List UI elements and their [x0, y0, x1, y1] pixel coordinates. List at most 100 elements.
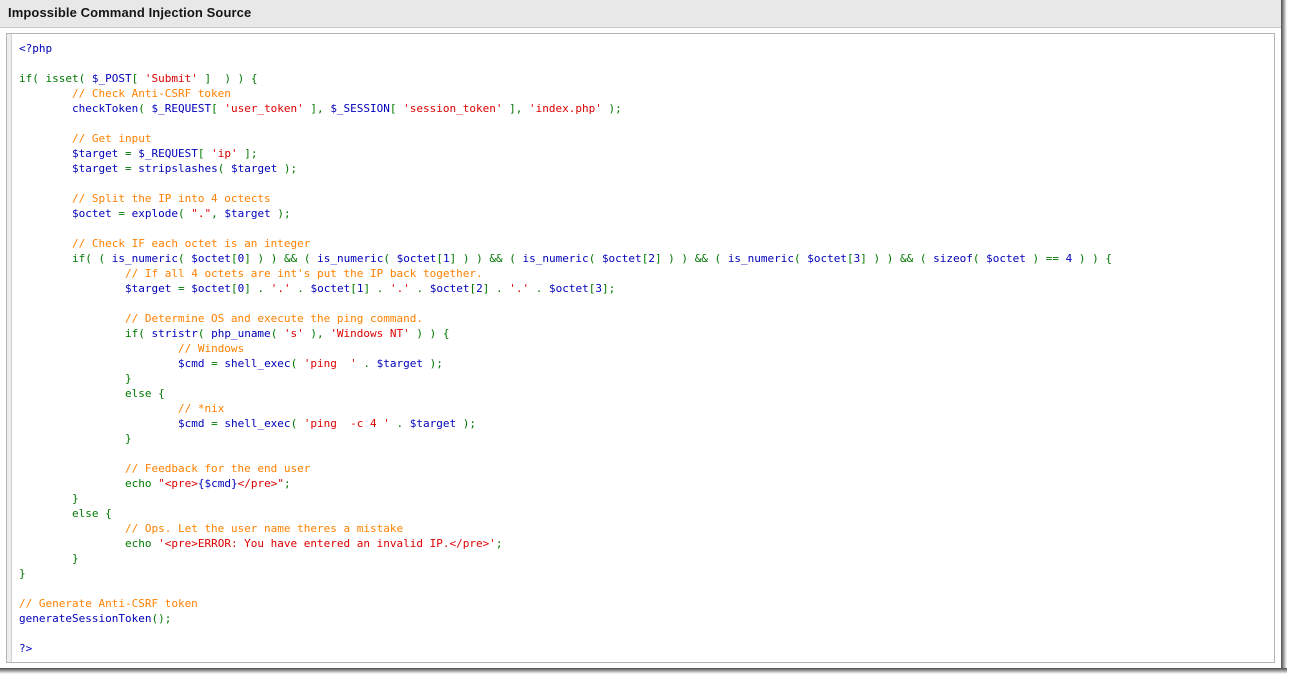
- code-token-kw: ();: [151, 612, 172, 625]
- code-token-kw: );: [601, 102, 622, 115]
- code-token-var: $octet: [191, 282, 231, 295]
- code-token-kw: =: [118, 147, 139, 160]
- code-token-var: $octet: [396, 252, 437, 265]
- code-token-kw: .: [409, 282, 430, 295]
- code-token-var: is_numeric: [317, 252, 384, 265]
- code-token-kw: else: [124, 387, 152, 400]
- php-source-code[interactable]: <?php if( isset( $_POST[ 'Submit' ] ) ) …: [13, 34, 1274, 656]
- code-token-kw: );: [456, 417, 477, 430]
- code-token-kw: (: [913, 252, 934, 265]
- code-token-var: $target: [71, 162, 119, 175]
- code-token-var: $octet: [548, 282, 589, 295]
- code-token-kw: echo: [124, 537, 152, 550]
- code-token-kw: }: [19, 567, 26, 580]
- code-token-kw: =: [204, 417, 225, 430]
- code-token-kw: if: [71, 252, 86, 265]
- code-token-kw: );: [270, 207, 291, 220]
- code-token-kw: ] ) ): [244, 252, 284, 265]
- code-token-num: 3: [595, 282, 602, 295]
- code-token-com: // If all 4 octets are int's put the IP …: [124, 267, 483, 280]
- code-token-tag: <?php: [19, 42, 53, 55]
- code-token-kw: ] ) ) {: [197, 72, 258, 85]
- code-token-com: // Generate Anti-CSRF token: [19, 597, 198, 610]
- code-token-kw: (: [297, 252, 318, 265]
- code-token-kw: );: [277, 162, 298, 175]
- code-token-var: $_SESSION: [330, 102, 390, 115]
- code-token-kw: ] ) ): [449, 252, 490, 265]
- code-token-var: checkToken: [71, 102, 139, 115]
- source-code-panel: <?php if( isset( $_POST[ 'Submit' ] ) ) …: [6, 33, 1275, 663]
- code-token-kw: [: [847, 252, 854, 265]
- code-token-kw: (: [138, 327, 152, 340]
- code-token-kw: ) ) {: [1072, 252, 1113, 265]
- code-token-kw: (: [794, 252, 808, 265]
- code-token-kw: [: [211, 102, 225, 115]
- code-token-kw: ],: [502, 102, 530, 115]
- code-token-str: 'ping -c 4 ': [303, 417, 390, 430]
- code-token-str: 'Windows NT': [330, 327, 410, 340]
- code-token-kw: echo: [124, 477, 152, 490]
- code-token-kw: ];: [237, 147, 258, 160]
- code-token-kw: &&: [694, 252, 708, 265]
- code-token-var: $cmd: [177, 357, 205, 370]
- code-token-kw: ;: [283, 477, 291, 490]
- code-token-kw: if: [19, 72, 33, 85]
- code-token-kw: [: [436, 252, 443, 265]
- code-token-kw: =: [204, 357, 225, 370]
- code-token-str: </pre>": [237, 477, 284, 490]
- code-token-com: // Ops. Let the user name theres a mista…: [124, 522, 404, 535]
- code-token-kw: &&: [283, 252, 298, 265]
- code-token-kw: &&: [489, 252, 503, 265]
- code-token-var: $_REQUEST: [151, 102, 212, 115]
- code-token-kw: ,: [211, 207, 225, 220]
- code-token-str: 'index.php': [529, 102, 602, 115]
- code-token-var: stristr: [151, 327, 198, 340]
- code-token-kw: (: [290, 357, 304, 370]
- code-token-kw: =: [118, 162, 139, 175]
- code-token-kw: if: [124, 327, 139, 340]
- code-token-var: $octet: [986, 252, 1026, 265]
- code-token-kw: }: [124, 432, 132, 445]
- code-token-var: $target: [71, 147, 119, 160]
- code-token-var: $_REQUEST: [138, 147, 198, 160]
- code-token-var: generateSessionToken: [19, 612, 152, 625]
- code-token-kw: (: [177, 207, 192, 220]
- code-token-kw: ) ==: [1025, 252, 1066, 265]
- code-token-kw: ] .: [363, 282, 390, 295]
- code-token-str: ".": [191, 207, 212, 220]
- code-token-num: 1: [442, 252, 450, 265]
- code-token-num: 2: [648, 252, 655, 265]
- code-token-kw: ) ) {: [409, 327, 450, 340]
- code-token-kw: ;: [495, 537, 503, 550]
- code-token-kw: {: [151, 387, 165, 400]
- code-token-var: $target: [230, 162, 278, 175]
- code-token-var: {$cmd}: [197, 477, 238, 490]
- code-token-kw: =: [171, 282, 192, 295]
- code-token-var: shell_exec: [224, 357, 291, 370]
- code-token-kw: (: [217, 162, 231, 175]
- code-token-str: 'ping ': [303, 357, 357, 370]
- code-token-tag: ?>: [19, 642, 33, 655]
- code-token-kw: .: [529, 282, 549, 295]
- code-token-com: // Split the IP into 4 octects: [71, 192, 271, 205]
- code-token-str: "<pre>: [158, 477, 198, 490]
- code-scroll-surface[interactable]: <?php if( isset( $_POST[ 'Submit' ] ) ) …: [13, 34, 1274, 662]
- code-token-kw: .: [356, 357, 377, 370]
- code-token-kw: (: [972, 252, 987, 265]
- code-token-var: is_numeric: [111, 252, 178, 265]
- code-token-kw: .: [290, 282, 311, 295]
- code-token-kw: [: [389, 102, 404, 115]
- window-edge-shadow-bottom: [0, 668, 1287, 674]
- code-token-kw: ),: [303, 327, 331, 340]
- code-token-var: sizeof: [933, 252, 973, 265]
- code-token-str: 'session_token': [403, 102, 503, 115]
